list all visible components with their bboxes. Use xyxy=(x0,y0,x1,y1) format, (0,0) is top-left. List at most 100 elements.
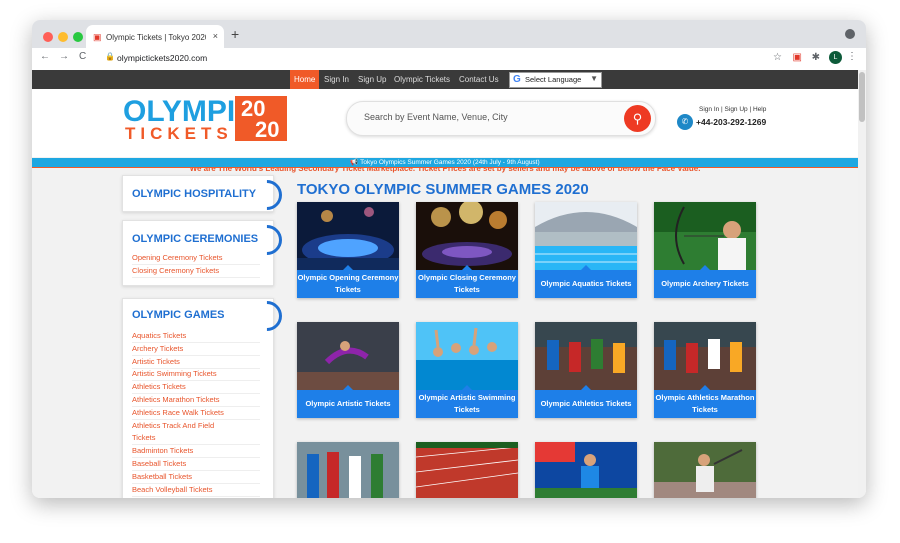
logo-year-bottom: 20 xyxy=(255,117,280,142)
logo-2020-mark[interactable]: 20 20 xyxy=(235,96,287,142)
google-icon: G xyxy=(513,74,521,85)
logo-text-tickets[interactable]: TICKETS xyxy=(125,124,233,144)
event-card[interactable]: Olympic Aquatics Tickets xyxy=(535,202,637,298)
arc-decoration-icon xyxy=(245,173,289,217)
nav-olympic-tickets[interactable]: Olympic Tickets xyxy=(394,75,450,84)
sidebar-ceremonies-title: OLYMPIC CEREMONIES xyxy=(132,233,259,245)
event-card-label: Olympic Artistic Tickets xyxy=(297,390,399,418)
sidebar-games-box: OLYMPIC GAMES Aquatics Tickets Archery Ti… xyxy=(122,294,289,498)
sidebar-games-title: OLYMPIC GAMES xyxy=(132,309,225,321)
extension-icon[interactable]: ▣ xyxy=(793,52,802,63)
phone-number[interactable]: +44-203-292-1269 xyxy=(696,117,766,127)
tab-bar: ▣ Olympic Tickets | Tokyo 2020 × + xyxy=(32,20,866,48)
event-card[interactable]: Olympic Athletics Marathon Tickets xyxy=(654,322,756,418)
avatar[interactable]: L xyxy=(829,51,842,64)
event-card-label: Olympic Aquatics Tickets xyxy=(535,270,637,298)
sidebar-link[interactable]: Artistic Tickets xyxy=(132,357,180,366)
event-card[interactable]: Olympic Closing Ceremony Tickets xyxy=(416,202,518,298)
sidebar-link[interactable]: Archery Tickets xyxy=(132,344,183,353)
artistic-gymnastics-image xyxy=(297,322,399,390)
sidebar-link[interactable]: Athletics Track And Field xyxy=(132,421,214,430)
language-label: Select Language xyxy=(525,75,582,84)
search-input[interactable]: Search by Event Name, Venue, City xyxy=(364,112,508,122)
minimize-window-button[interactable] xyxy=(58,32,68,42)
tab-title: Olympic Tickets | Tokyo 2020 xyxy=(106,33,206,42)
sidebar-link[interactable]: Artistic Swimming Tickets xyxy=(132,369,217,378)
arc-decoration-icon xyxy=(245,294,289,338)
event-card[interactable]: Olympic Artistic Tickets xyxy=(297,322,399,418)
profile-menu-icon[interactable] xyxy=(845,29,855,39)
search-box[interactable]: Search by Event Name, Venue, City ⚲ xyxy=(346,101,656,136)
sidebar-link[interactable]: Aquatics Tickets xyxy=(132,331,186,340)
nav-contact-us[interactable]: Contact Us xyxy=(459,75,499,84)
extensions-puzzle-icon[interactable]: ✱ xyxy=(812,52,820,63)
scrollbar[interactable] xyxy=(858,70,866,498)
event-card-label: Olympic Closing Ceremony Tickets xyxy=(416,270,518,298)
sidebar-link[interactable]: BMX Freestyle Tickets xyxy=(132,497,207,498)
divider xyxy=(132,264,260,265)
new-tab-button[interactable]: + xyxy=(231,26,239,42)
back-icon[interactable]: ← xyxy=(40,51,50,62)
athletics-image xyxy=(535,322,637,390)
sidebar-link[interactable]: Tickets xyxy=(132,433,155,442)
url-field[interactable]: olympictickets2020.com xyxy=(117,53,207,63)
sidebar-ceremonies-box: OLYMPIC CEREMONIES Opening Ceremony Tick… xyxy=(122,218,289,286)
browser-window: ▣ Olympic Tickets | Tokyo 2020 × + ← → C… xyxy=(32,20,866,498)
maximize-window-button[interactable] xyxy=(73,32,83,42)
badminton-image xyxy=(535,442,637,498)
lock-icon: 🔒 xyxy=(105,52,115,61)
aquatics-image xyxy=(535,202,637,270)
window-controls xyxy=(43,29,88,47)
sidebar-link[interactable]: Baseball Tickets xyxy=(132,459,186,468)
arc-decoration-icon xyxy=(245,218,289,262)
scrollbar-thumb[interactable] xyxy=(859,72,865,122)
event-card-label: Olympic Opening Ceremony Tickets xyxy=(297,270,399,298)
page-title: TOKYO OLYMPIC SUMMER GAMES 2020 xyxy=(297,181,589,198)
favicon-icon: ▣ xyxy=(93,32,102,42)
bookmark-star-icon[interactable]: ☆ xyxy=(773,52,782,63)
baseball-image xyxy=(654,442,756,498)
address-bar-row: ← → C 🔒 olympictickets2020.com ☆ ▣ ✱ L ⋮ xyxy=(32,48,866,71)
sidebar-hospitality-title[interactable]: OLYMPIC HOSPITALITY xyxy=(132,188,256,200)
reload-icon[interactable]: C xyxy=(79,51,86,62)
nav-home[interactable]: Home xyxy=(290,70,320,89)
event-card[interactable]: Olympic Athletics Tickets xyxy=(535,322,637,418)
event-card[interactable]: Olympic Archery Tickets xyxy=(654,202,756,298)
close-window-button[interactable] xyxy=(43,32,53,42)
tab-close-icon[interactable]: × xyxy=(213,31,218,41)
sidebar-link[interactable]: Athletics Marathon Tickets xyxy=(132,395,220,404)
browser-menu-icon[interactable]: ⋮ xyxy=(847,51,857,62)
webpage: Home Sign In Sign Up Olympic Tickets Con… xyxy=(32,70,866,498)
sidebar-link[interactable]: Athletics Tickets xyxy=(132,382,186,391)
event-card[interactable]: Olympic Artistic Swimming Tickets xyxy=(416,322,518,418)
sidebar-link[interactable]: Athletics Race Walk Tickets xyxy=(132,408,224,417)
phone-icon: ✆ xyxy=(677,114,693,130)
account-links[interactable]: Sign In | Sign Up | Help xyxy=(699,106,766,113)
search-icon: ⚲ xyxy=(632,111,643,126)
nav-sign-up[interactable]: Sign Up xyxy=(358,75,386,84)
event-card-label: Olympic Artistic Swimming Tickets xyxy=(416,390,518,418)
track-field-image xyxy=(416,442,518,498)
artistic-swimming-image xyxy=(416,322,518,390)
forward-icon[interactable]: → xyxy=(59,51,69,62)
sidebar-link[interactable]: Badminton Tickets xyxy=(132,446,193,455)
announcement-bar: 📢 Tokyo Olympics Summer Games 2020 (24th… xyxy=(32,158,858,168)
top-navigation: Home Sign In Sign Up Olympic Tickets Con… xyxy=(32,70,858,89)
event-card-label: Olympic Archery Tickets xyxy=(654,270,756,298)
closing-ceremony-image xyxy=(416,202,518,270)
race-walk-image xyxy=(297,442,399,498)
event-card-label: Olympic Athletics Marathon Tickets xyxy=(654,390,756,418)
nav-sign-in[interactable]: Sign In xyxy=(324,75,349,84)
event-card-label: Olympic Athletics Tickets xyxy=(535,390,637,418)
language-select[interactable]: G Select Language ▼ xyxy=(509,72,602,88)
site-header: OLYMPIC TICKETS 20 20 Search by Event Na… xyxy=(32,89,858,173)
sidebar-link[interactable]: Beach Volleyball Tickets xyxy=(132,485,212,494)
sidebar-link[interactable]: Basketball Tickets xyxy=(132,472,192,481)
athletics-marathon-image xyxy=(654,322,756,390)
sidebar-link[interactable]: Opening Ceremony Tickets xyxy=(132,253,222,262)
sidebar-hospitality-box: OLYMPIC HOSPITALITY xyxy=(122,173,289,217)
browser-tab[interactable]: ▣ Olympic Tickets | Tokyo 2020 × xyxy=(86,25,224,48)
sidebar-link[interactable]: Closing Ceremony Tickets xyxy=(132,266,219,275)
event-card[interactable]: Olympic Opening Ceremony Tickets xyxy=(297,202,399,298)
search-button[interactable]: ⚲ xyxy=(624,105,651,132)
